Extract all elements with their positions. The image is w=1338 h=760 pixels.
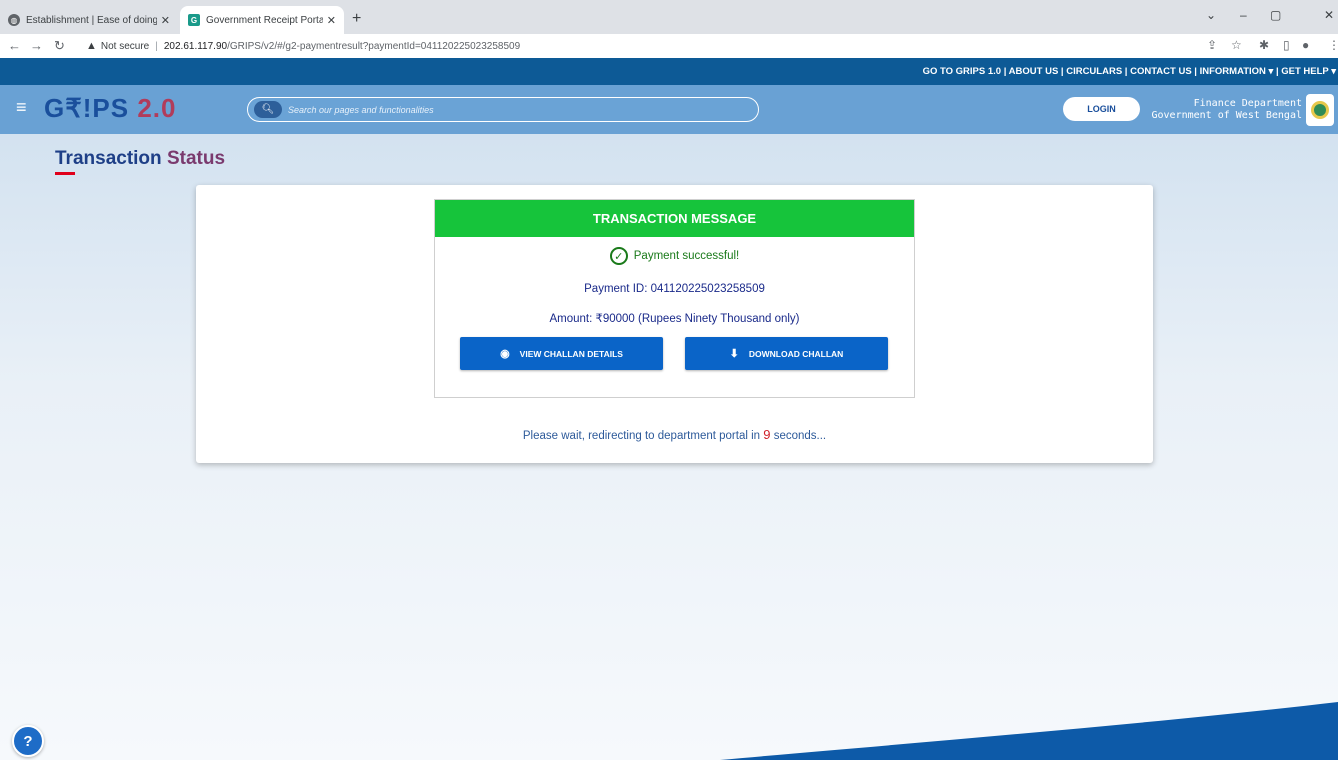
warning-icon: ▲ [86,40,97,52]
search-icon[interactable]: 🔍︎ [254,101,282,118]
minimize-icon[interactable]: – [1240,8,1247,22]
tab-title: Establishment | Ease of doing bu [26,14,157,26]
login-button[interactable]: LOGIN [1063,97,1140,121]
view-challan-button[interactable]: ◉ VIEW CHALLAN DETAILS [460,337,663,370]
reload-icon[interactable]: ↻ [54,38,65,54]
check-circle-icon: ✓ [609,247,628,265]
payment-amount: Amount: ₹90000 (Rupees Ninety Thousand o… [549,313,800,325]
hamburger-icon[interactable]: ≡ [16,97,27,118]
tab-title: Government Receipt Portal Syste [206,14,323,26]
page-title-part1: Transaction [55,148,162,169]
url-field[interactable]: ▲ Not secure | 202.61.117.90/GRIPS/v2/#/… [86,37,1196,55]
search-input[interactable] [288,102,748,118]
security-label: Not secure [100,40,150,52]
globe-icon: ◍ [8,14,20,26]
tab-grips[interactable]: G Government Receipt Portal Syste ✕ [180,6,344,34]
site-top-nav: GO TO GRIPS 1.0 | ABOUT US | CIRCULARS |… [0,58,1338,85]
view-challan-label: VIEW CHALLAN DETAILS [519,348,623,359]
url-separator: | [155,40,158,52]
download-challan-button[interactable]: ⬇ DOWNLOAD CHALLAN [685,337,888,370]
address-bar: ← → ↻ ▲ Not secure | 202.61.117.90/GRIPS… [0,34,1338,58]
help-icon[interactable]: ? [12,725,44,757]
logo-text: G₹!PS [44,93,130,123]
top-nav-links[interactable]: GO TO GRIPS 1.0 | ABOUT US | CIRCULARS |… [923,66,1336,77]
transaction-message-header: TRANSACTION MESSAGE [435,200,914,237]
redirect-suffix: seconds... [773,430,827,442]
back-icon[interactable]: ← [8,38,21,53]
redirect-prefix: Please wait, redirecting to department p… [522,430,761,442]
menu-icon[interactable]: ⋮ [1328,38,1338,52]
star-icon[interactable]: ☆ [1231,38,1242,52]
forward-icon[interactable]: → [30,38,43,53]
new-tab-button[interactable]: + [352,10,361,28]
grips-logo[interactable]: G₹!PS 2.0 [44,93,177,124]
chevron-down-icon[interactable]: ⌄ [1206,8,1216,22]
close-icon[interactable]: ✕ [327,14,336,27]
emblem-icon [1306,94,1334,126]
payment-id: Payment ID: 041120225023258509 [584,283,765,295]
dept-line2: Government of West Bengal [1151,110,1302,121]
redirect-seconds: 9 [763,427,771,442]
site-header: ≡ G₹!PS 2.0 🔍︎ LOGIN Finance Department … [0,85,1338,134]
close-icon[interactable]: ✕ [161,14,170,27]
search-bar: 🔍︎ [247,97,759,122]
grips-favicon-icon: G [188,14,200,26]
profile-icon[interactable]: ● [1302,38,1309,52]
extensions-icon[interactable]: ✱ [1259,38,1269,52]
payment-status-text: Payment successful! [633,250,740,262]
restore-icon[interactable]: ▢ [1270,8,1281,22]
close-window-icon[interactable]: ✕ [1324,8,1334,22]
page-title-part2: Status [166,148,226,169]
browser-tab-strip: ◍ Establishment | Ease of doing bu ✕ G G… [0,0,1338,34]
download-icon: ⬇ [729,348,739,360]
download-challan-label: DOWNLOAD CHALLAN [748,348,844,359]
payment-status: ✓ Payment successful! [435,247,914,265]
url-path: /GRIPS/v2/#/g2-paymentresult?paymentId=0… [227,40,521,52]
page-title: Transaction Status [55,148,225,170]
tab-establishment[interactable]: ◍ Establishment | Ease of doing bu ✕ [0,6,178,34]
sidebar-icon[interactable]: ▯ [1283,38,1290,52]
transaction-message-box: TRANSACTION MESSAGE ✓ Payment successful… [434,199,915,398]
eye-icon: ◉ [500,348,510,360]
logo-version: 2.0 [137,93,177,123]
dept-line1: Finance Department [1193,98,1302,109]
title-underline [55,172,75,175]
share-icon[interactable]: ⇪ [1207,38,1217,52]
department-label: Finance Department Government of West Be… [1151,98,1302,122]
url-host: 202.61.117.90 [163,40,228,52]
redirect-message: Please wait, redirecting to department p… [196,427,1153,442]
